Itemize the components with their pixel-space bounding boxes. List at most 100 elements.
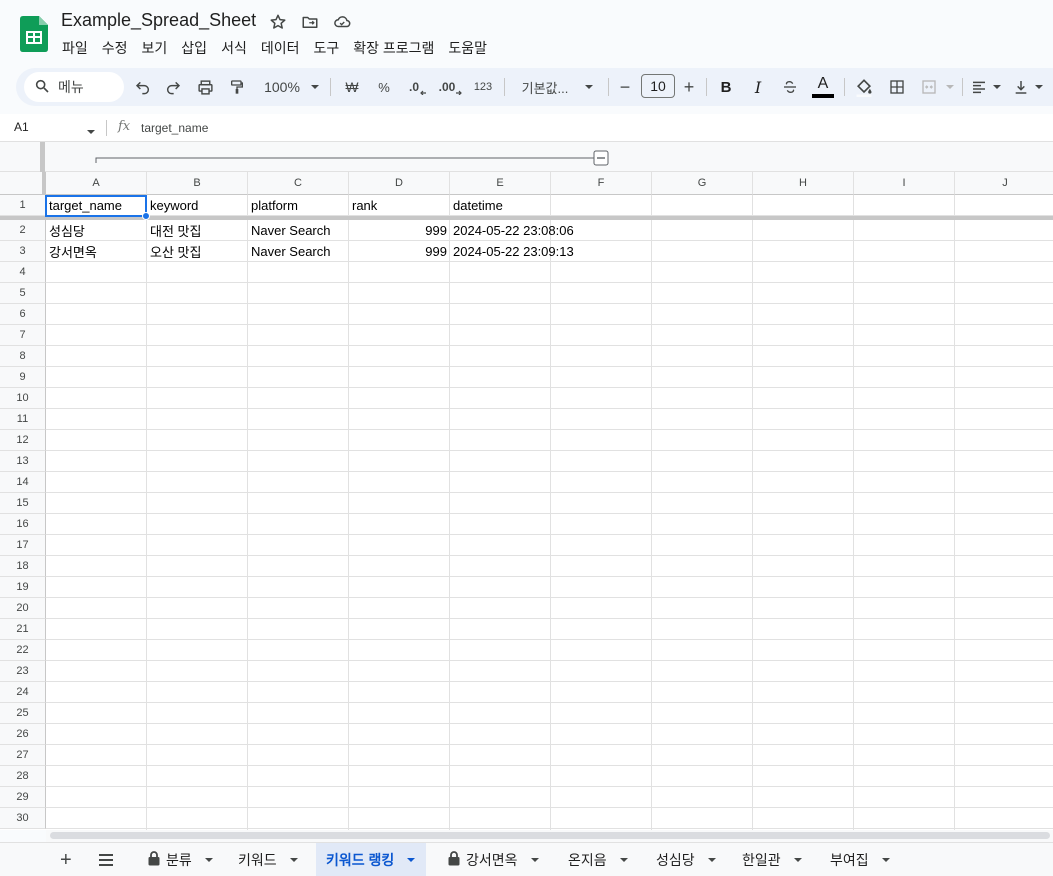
- sheet-tab[interactable]: 분류: [138, 843, 224, 876]
- cell-b2[interactable]: 대전 맛집: [147, 220, 248, 241]
- row-header-25[interactable]: 25: [0, 703, 46, 724]
- menu-tools[interactable]: 도구: [306, 36, 346, 60]
- font-family-select[interactable]: 기본값...: [514, 68, 576, 106]
- strikethrough-icon[interactable]: [780, 68, 800, 106]
- column-header-i[interactable]: I: [854, 172, 955, 195]
- sheet-tab[interactable]: 한일관: [732, 843, 813, 876]
- menu-view[interactable]: 보기: [135, 36, 175, 60]
- number-format-button[interactable]: 123: [470, 68, 496, 106]
- row-header-1[interactable]: 1: [0, 195, 46, 216]
- menu-extensions[interactable]: 확장 프로그램: [346, 36, 441, 60]
- cell-b1[interactable]: keyword: [147, 195, 248, 216]
- fill-color-icon[interactable]: [852, 68, 876, 106]
- currency-format-button[interactable]: ₩: [342, 68, 362, 106]
- menu-help[interactable]: 도움말: [441, 36, 494, 60]
- row-header-23[interactable]: 23: [0, 661, 46, 682]
- print-icon[interactable]: [194, 68, 216, 106]
- sheet-tab-dropdown-icon[interactable]: [400, 852, 416, 868]
- row-header-14[interactable]: 14: [0, 472, 46, 493]
- percent-format-button[interactable]: %: [374, 68, 394, 106]
- add-sheet-button[interactable]: +: [50, 843, 82, 876]
- cell-b3[interactable]: 오산 맛집: [147, 241, 248, 262]
- move-folder-icon[interactable]: [300, 12, 320, 32]
- menu-file[interactable]: 파일: [55, 36, 95, 60]
- star-icon[interactable]: [268, 12, 288, 32]
- merge-dropdown-icon[interactable]: [944, 68, 956, 106]
- italic-button[interactable]: I: [748, 68, 768, 106]
- sheet-grid[interactable]: A B C D E F G H I J 1 2 3 4 5 6 7 8 9 10 11 12 13 14 15 16 17 18 19 2…: [0, 172, 1053, 830]
- cell-d2[interactable]: 999: [349, 220, 450, 241]
- zoom-value[interactable]: 100%: [260, 68, 304, 106]
- column-header-a[interactable]: A: [46, 172, 147, 195]
- bold-button[interactable]: B: [716, 68, 736, 106]
- sheet-tab-dropdown-icon[interactable]: [701, 852, 717, 868]
- column-header-c[interactable]: C: [248, 172, 349, 195]
- row-header-18[interactable]: 18: [0, 556, 46, 577]
- column-header-d[interactable]: D: [349, 172, 450, 195]
- cell-e3[interactable]: 2024-05-22 23:09:13: [450, 241, 652, 262]
- menu-edit[interactable]: 수정: [95, 36, 135, 60]
- menu-search[interactable]: 메뉴: [24, 72, 124, 102]
- sheet-tab-dropdown-icon[interactable]: [198, 852, 214, 868]
- valign-dropdown-icon[interactable]: [1033, 68, 1045, 106]
- menu-data[interactable]: 데이터: [254, 36, 307, 60]
- row-header-17[interactable]: 17: [0, 535, 46, 556]
- cell-e1[interactable]: datetime: [450, 195, 551, 216]
- select-all-corner[interactable]: [0, 172, 46, 195]
- font-dropdown-icon[interactable]: [582, 68, 596, 106]
- column-header-h[interactable]: H: [753, 172, 854, 195]
- column-header-e[interactable]: E: [450, 172, 551, 195]
- row-header-9[interactable]: 9: [0, 367, 46, 388]
- row-header-20[interactable]: 20: [0, 598, 46, 619]
- row-header-8[interactable]: 8: [0, 346, 46, 367]
- column-header-j[interactable]: J: [955, 172, 1053, 195]
- row-header-15[interactable]: 15: [0, 493, 46, 514]
- row-header-30[interactable]: 30: [0, 808, 46, 829]
- sheet-tab[interactable]: 키워드: [228, 843, 309, 876]
- text-color-button[interactable]: A: [810, 68, 836, 106]
- menu-insert[interactable]: 삽입: [174, 36, 214, 60]
- sheet-tab-dropdown-icon[interactable]: [524, 852, 540, 868]
- row-header-6[interactable]: 6: [0, 304, 46, 325]
- fill-handle[interactable]: [142, 212, 150, 220]
- row-header-29[interactable]: 29: [0, 787, 46, 808]
- cell-a2[interactable]: 성심당: [46, 220, 147, 241]
- zoom-dropdown-icon[interactable]: [308, 68, 322, 106]
- cloud-saved-icon[interactable]: [332, 12, 352, 32]
- align-dropdown-icon[interactable]: [991, 68, 1003, 106]
- cell-d3[interactable]: 999: [349, 241, 450, 262]
- row-header-3[interactable]: 3: [0, 241, 46, 262]
- all-sheets-icon[interactable]: [88, 843, 124, 876]
- row-header-11[interactable]: 11: [0, 409, 46, 430]
- cell-c3[interactable]: Naver Search: [248, 241, 349, 262]
- row-header-5[interactable]: 5: [0, 283, 46, 304]
- cell-c2[interactable]: Naver Search: [248, 220, 349, 241]
- sheet-tab-dropdown-icon[interactable]: [613, 852, 629, 868]
- formula-input[interactable]: target_name: [141, 121, 208, 135]
- sheet-tab[interactable]: 온지음: [558, 843, 639, 876]
- name-box[interactable]: A1: [14, 120, 29, 134]
- document-title[interactable]: Example_Spread_Sheet: [61, 10, 256, 31]
- row-header-16[interactable]: 16: [0, 514, 46, 535]
- row-header-27[interactable]: 27: [0, 745, 46, 766]
- sheet-tab-dropdown-icon[interactable]: [875, 852, 891, 868]
- row-header-7[interactable]: 7: [0, 325, 46, 346]
- vertical-align-icon[interactable]: [1010, 68, 1032, 106]
- font-size-increase-button[interactable]: +: [680, 68, 698, 106]
- paint-format-icon[interactable]: [226, 68, 248, 106]
- font-size-decrease-button[interactable]: −: [616, 68, 634, 106]
- merge-cells-icon[interactable]: [918, 68, 940, 106]
- sheet-tab[interactable]: 부여집: [820, 843, 901, 876]
- column-header-f[interactable]: F: [551, 172, 652, 195]
- row-header-28[interactable]: 28: [0, 766, 46, 787]
- row-header-19[interactable]: 19: [0, 577, 46, 598]
- horizontal-align-icon[interactable]: [968, 68, 990, 106]
- borders-icon[interactable]: [886, 68, 908, 106]
- row-header-24[interactable]: 24: [0, 682, 46, 703]
- sheet-tab-dropdown-icon[interactable]: [787, 852, 803, 868]
- horizontal-scrollbar[interactable]: [46, 830, 1053, 842]
- redo-icon[interactable]: [162, 68, 184, 106]
- name-box-dropdown-icon[interactable]: [86, 124, 96, 142]
- decrease-decimal-button[interactable]: .0: [404, 68, 432, 106]
- row-header-26[interactable]: 26: [0, 724, 46, 745]
